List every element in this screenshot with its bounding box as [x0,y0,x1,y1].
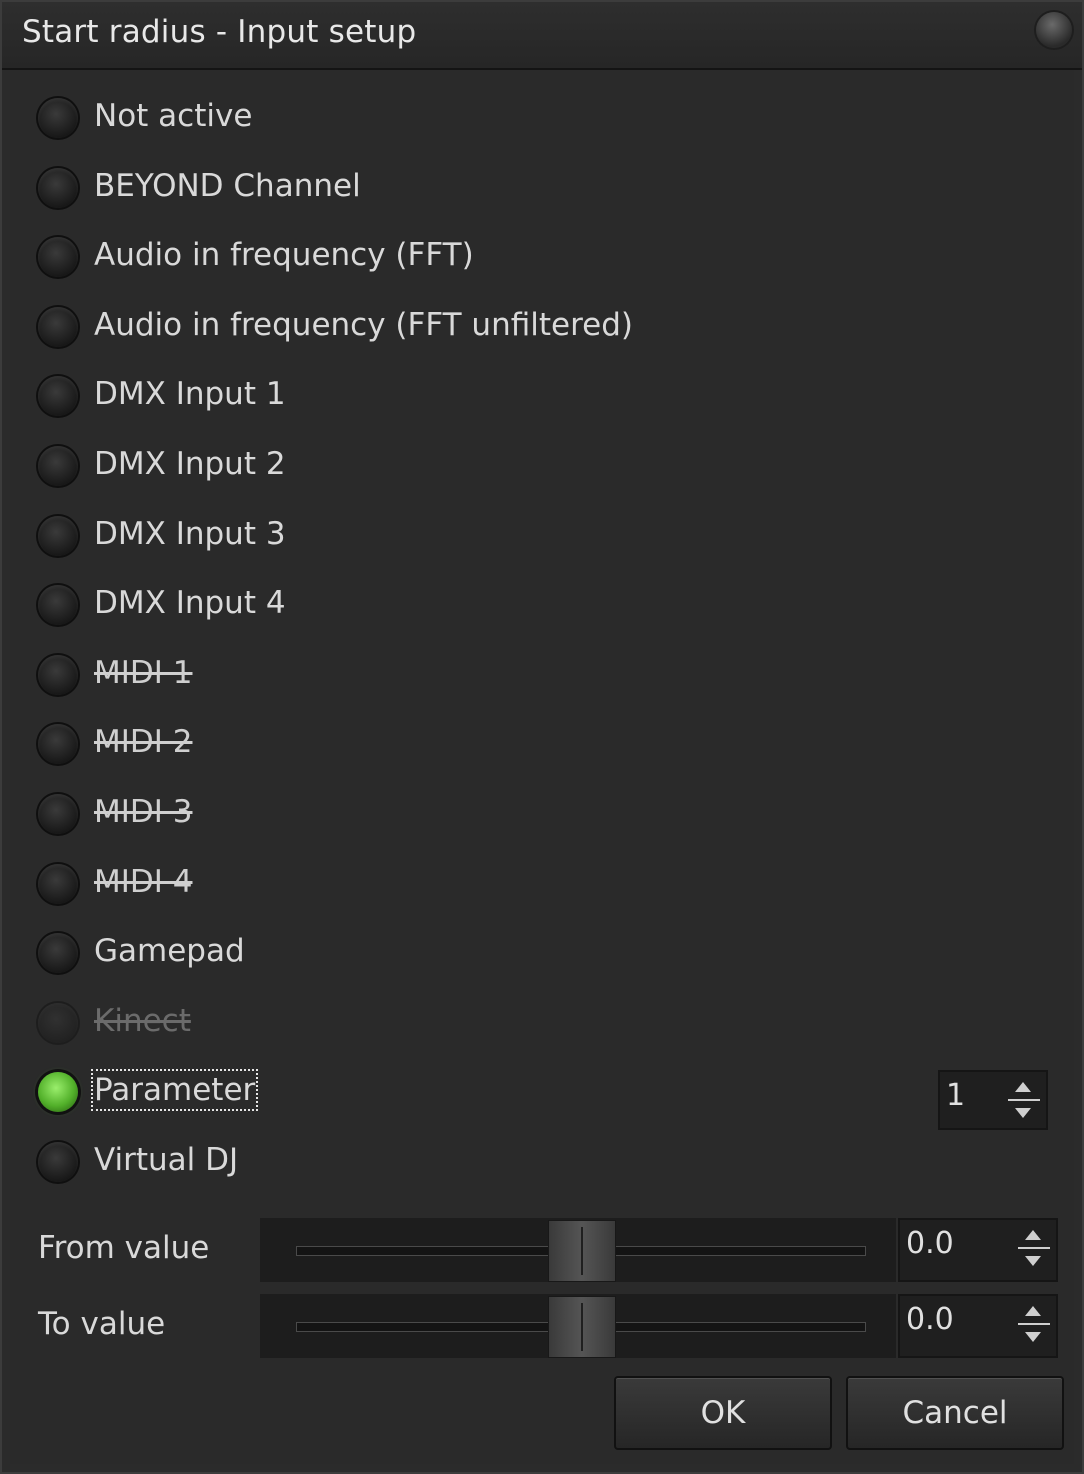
radio-option-label: MIDI 4 [94,863,193,900]
radio-option[interactable]: MIDI 1 [36,651,1036,699]
radio-option[interactable]: DMX Input 1 [36,372,1036,420]
to-value-row: To value 0.0 [10,1294,1078,1358]
radio-unselected-icon[interactable] [38,237,78,278]
radio-unselected-icon[interactable] [38,794,78,834]
radio-option-label: Not active [94,98,253,134]
radio-unselected-icon[interactable] [38,306,78,347]
to-value-spinner[interactable]: 0.0 [898,1294,1058,1358]
radio-unselected-icon[interactable] [38,376,78,417]
radio-option[interactable]: Audio in frequency (FFT unfiltered) [36,303,1036,351]
arrow-down-icon[interactable] [1015,1108,1031,1118]
cancel-button[interactable]: Cancel [846,1376,1064,1450]
radio-option[interactable]: Virtual DJ [36,1138,1036,1186]
radio-option-label: MIDI 2 [94,724,193,761]
radio-option[interactable]: DMX Input 4 [36,581,1036,629]
title-bar[interactable]: Start radius - Input setup [2,2,1082,70]
radio-option[interactable]: MIDI 4 [36,860,1036,908]
radio-unselected-icon[interactable] [38,863,78,904]
radio-unselected-icon[interactable] [38,1142,78,1182]
radio-selected-icon[interactable] [38,1072,78,1113]
spinner-divider [1018,1323,1050,1325]
spinner-divider [1008,1099,1040,1101]
close-icon[interactable] [1036,12,1072,48]
slider-thumb[interactable] [548,1220,616,1282]
radio-option[interactable]: BEYOND Channel [36,164,1036,212]
from-value-row: From value 0.0 [10,1218,1078,1282]
dialog-content: Not active BEYOND Channel Audio in frequen… [10,70,1074,1464]
ok-button[interactable]: OK [614,1376,832,1450]
radio-unselected-icon[interactable] [38,933,78,974]
radio-option-label: DMX Input 3 [94,515,286,552]
radio-option[interactable]: Audio in frequency (FFT) [36,233,1036,281]
to-value-slider[interactable] [260,1294,896,1358]
radio-unselected-icon[interactable] [38,585,78,626]
radio-option[interactable]: Not active [36,94,1036,142]
arrow-up-icon[interactable] [1025,1230,1041,1240]
input-setup-dialog: Start radius - Input setup Not active BEY… [0,0,1084,1474]
spinner-arrows[interactable] [1016,1224,1052,1272]
arrow-down-icon[interactable] [1025,1332,1041,1342]
radio-option-label: MIDI 1 [94,654,193,691]
radio-option-label: MIDI 3 [94,794,193,830]
to-value-label: To value [38,1306,166,1342]
radio-option-label: Audio in frequency (FFT unfiltered) [94,306,633,343]
arrow-down-icon[interactable] [1025,1256,1041,1266]
radio-option-label: DMX Input 4 [94,585,286,622]
from-value-label: From value [38,1230,210,1266]
radio-option-label: Parameter [90,1069,259,1112]
radio-option[interactable]: DMX Input 3 [36,512,1036,560]
radio-option[interactable]: MIDI 2 [36,720,1036,768]
radio-option[interactable]: DMX Input 2 [36,442,1036,490]
radio-option[interactable]: MIDI 3 [36,790,1036,838]
spinner-arrows[interactable] [1006,1076,1042,1124]
from-value-text[interactable]: 0.0 [906,1226,954,1261]
radio-unselected-icon [38,1002,78,1043]
from-value-spinner[interactable]: 0.0 [898,1218,1058,1282]
radio-option-label: Audio in frequency (FFT) [94,237,474,274]
arrow-up-icon[interactable] [1025,1306,1041,1316]
radio-option-label: Kinect [94,1002,191,1039]
spinner-divider [1018,1247,1050,1249]
radio-option[interactable]: Gamepad [36,929,1036,977]
radio-option-label: DMX Input 1 [94,376,286,413]
radio-option-label: Virtual DJ [94,1142,239,1178]
arrow-up-icon[interactable] [1015,1082,1031,1092]
radio-unselected-icon[interactable] [38,98,78,138]
slider-thumb[interactable] [548,1296,616,1358]
radio-unselected-icon[interactable] [38,446,78,486]
parameter-index-value[interactable]: 1 [946,1078,965,1113]
radio-option: Kinect [36,999,1036,1047]
to-value-text[interactable]: 0.0 [906,1302,954,1337]
radio-option[interactable]: Parameter [36,1068,1036,1116]
radio-unselected-icon[interactable] [38,167,78,208]
window-title: Start radius - Input setup [22,14,417,50]
radio-unselected-icon[interactable] [38,654,78,695]
spinner-arrows[interactable] [1016,1300,1052,1348]
radio-option-label: Gamepad [94,933,245,970]
parameter-index-spinner[interactable]: 1 [938,1070,1048,1130]
radio-option-label: BEYOND Channel [94,167,361,204]
radio-unselected-icon[interactable] [38,724,78,765]
radio-unselected-icon[interactable] [38,515,78,556]
radio-option-label: DMX Input 2 [94,446,286,482]
from-value-slider[interactable] [260,1218,896,1282]
